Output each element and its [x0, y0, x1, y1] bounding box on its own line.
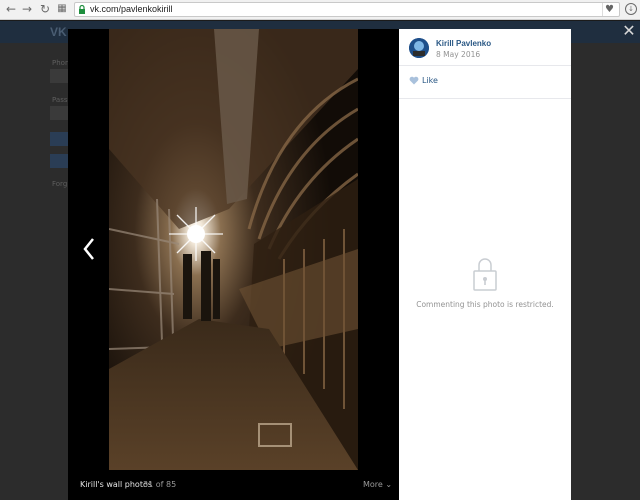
more-button[interactable]: More ⌄	[363, 480, 392, 489]
background-login-button	[50, 132, 70, 146]
apps-grid-icon[interactable]: ▦	[55, 2, 69, 16]
background-label-phone: Phon	[52, 59, 70, 67]
padlock-icon	[473, 258, 497, 291]
photo-counter: 31 of 85	[143, 480, 177, 489]
download-icon[interactable]: ↓	[625, 3, 637, 15]
chevron-down-icon: ⌄	[385, 480, 393, 489]
bookmark-heart-icon[interactable]: ♥	[602, 3, 616, 16]
background-password-field	[50, 106, 70, 120]
background-phone-field	[50, 69, 70, 83]
heart-icon	[409, 76, 419, 85]
author-name-link[interactable]: Kirill Pavlenko	[436, 39, 491, 48]
address-url[interactable]: vk.com/pavlenkokirill	[90, 3, 173, 16]
like-label: Like	[422, 76, 438, 85]
lock-icon	[79, 4, 85, 14]
photo-viewer: Kirill's wall photos 31 of 85 More ⌄	[68, 29, 399, 500]
divider	[399, 98, 571, 99]
photo-date: 8 May 2016	[436, 50, 481, 59]
divider	[399, 65, 571, 66]
photo-info-panel: Kirill Pavlenko 8 May 2016 Like Commenti…	[399, 29, 571, 500]
comments-restricted-message: Commenting this photo is restricted.	[416, 300, 554, 309]
forward-arrow-icon[interactable]: →	[20, 2, 34, 16]
background-label-forgot: Forg	[52, 180, 68, 188]
address-bar[interactable]: vk.com/pavlenkokirill ♥	[74, 2, 620, 17]
previous-photo-arrow-icon[interactable]	[82, 237, 96, 261]
background-logo: VK	[50, 25, 67, 39]
more-label: More	[363, 480, 383, 489]
album-title-link[interactable]: Kirill's wall photos	[80, 480, 152, 489]
back-arrow-icon[interactable]: ←	[4, 2, 18, 16]
tunnel-photo[interactable]	[109, 29, 358, 470]
browser-toolbar: ← → ↻ ▦ vk.com/pavlenkokirill ♥ ↓	[0, 0, 640, 20]
close-viewer-icon[interactable]: ✕	[621, 23, 637, 39]
avatar-image	[409, 38, 429, 58]
background-signup-button	[50, 154, 70, 168]
author-avatar[interactable]	[409, 38, 429, 58]
reload-icon[interactable]: ↻	[38, 2, 52, 16]
